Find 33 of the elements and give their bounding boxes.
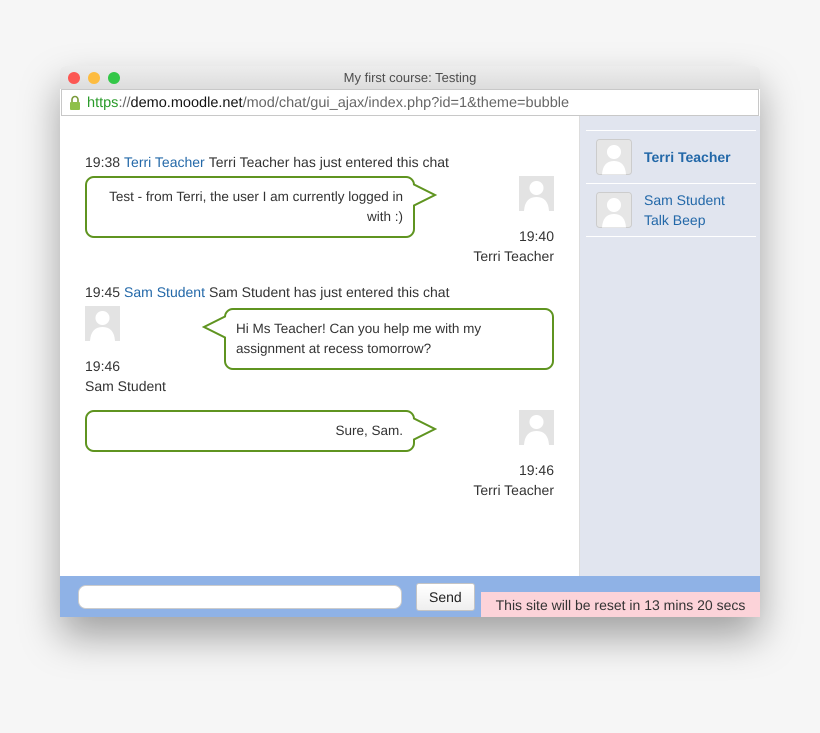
avatar-icon	[85, 306, 120, 341]
user-name[interactable]: Terri Teacher	[644, 147, 731, 167]
message-time: 19:46	[518, 461, 554, 480]
avatar-icon	[519, 410, 554, 445]
talk-beep-link[interactable]: Talk Beep	[644, 210, 725, 230]
user-name[interactable]: Sam Student	[644, 190, 725, 210]
message-time: 19:45	[85, 284, 120, 300]
message-text: Sure, Sam.	[335, 423, 403, 438]
maximize-icon[interactable]	[108, 72, 120, 84]
avatar-icon	[596, 192, 632, 228]
system-message: Terri Teacher has just entered this chat	[208, 154, 449, 170]
sender-name: Terri Teacher	[473, 481, 554, 500]
message-time: 19:38	[85, 154, 120, 170]
message-time: 19:40	[518, 227, 554, 246]
url-text: https://demo.moodle.net/mod/chat/gui_ajax/index.php?id=1&theme=bubble	[87, 94, 570, 110]
avatar-icon	[519, 176, 554, 211]
address-bar[interactable]: https://demo.moodle.net/mod/chat/gui_ajax/index.php?id=1&theme=bubble	[61, 89, 759, 116]
send-button[interactable]: Send	[416, 582, 475, 610]
minimize-icon[interactable]	[88, 72, 100, 84]
user-link[interactable]: Sam Student	[124, 284, 205, 300]
message-input[interactable]	[78, 584, 402, 608]
reset-notice: This site will be reset in 13 mins 20 secs	[481, 592, 760, 617]
sender-name: Sam Student	[85, 377, 166, 396]
message-text: Hi Ms Teacher! Can you help me with my assignment at recess tomorrow?	[236, 321, 482, 356]
lock-icon	[69, 94, 81, 110]
window-title: My first course: Testing	[344, 70, 476, 85]
close-icon[interactable]	[68, 72, 80, 84]
message-time: 19:46	[85, 357, 122, 376]
system-message: Sam Student has just entered this chat	[208, 284, 450, 300]
sender-name: Terri Teacher	[473, 247, 554, 266]
avatar-icon	[596, 139, 632, 175]
user-link[interactable]: Terri Teacher	[124, 154, 205, 170]
message-text: Test - from Terri, the user I am currently logged in with :)	[109, 189, 403, 224]
